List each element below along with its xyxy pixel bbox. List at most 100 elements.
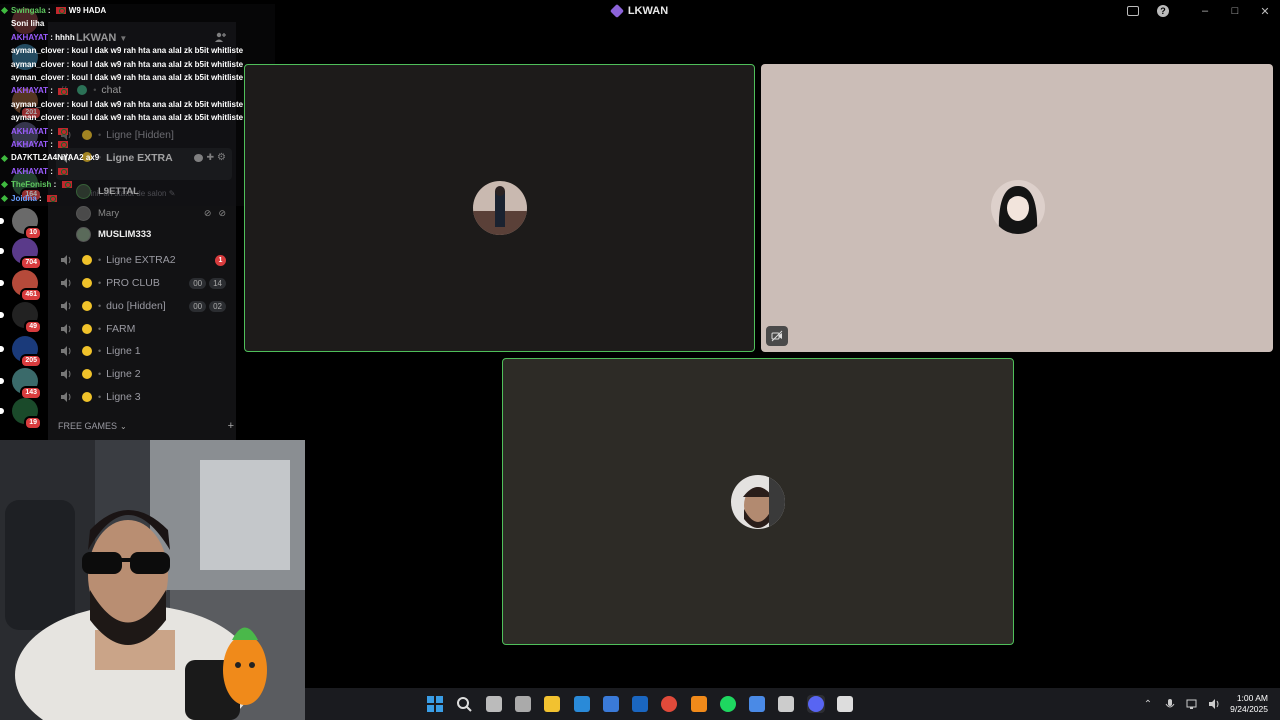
chat-username: ayman_clover xyxy=(11,113,65,123)
voice-channel[interactable]: • duo [Hidden] 00 02 xyxy=(56,296,232,316)
voice-channel[interactable]: • Ligne 1 xyxy=(56,341,232,361)
outlook-icon[interactable] xyxy=(631,695,649,713)
chat-message: AKHAYAT : xyxy=(0,84,275,97)
voice-channel[interactable]: • FARM xyxy=(56,319,232,339)
maximize-button[interactable]: □ xyxy=(1220,0,1250,22)
volume-icon[interactable] xyxy=(1208,698,1220,710)
unread-pip xyxy=(0,312,4,318)
voice-channel[interactable]: • Ligne 3 xyxy=(56,387,232,407)
mention-badge: 49 xyxy=(24,320,42,334)
morocco-flag-icon xyxy=(61,181,72,189)
server-icon[interactable]: 19 xyxy=(0,398,42,430)
system-tray: ⌃ 1:00 AM 9/24/2025 xyxy=(1144,688,1280,720)
channel-name: Ligne 2 xyxy=(106,368,141,380)
app-orange-icon[interactable] xyxy=(690,695,708,713)
badge-icon xyxy=(0,7,9,15)
chrome-icon[interactable] xyxy=(660,695,678,713)
chat-message: TheFonish : xyxy=(0,178,275,191)
add-channel-icon[interactable]: + xyxy=(228,420,234,432)
app-tray-icon[interactable] xyxy=(836,695,854,713)
video-tile-1[interactable] xyxy=(244,64,755,352)
chat-username: TheFonish xyxy=(11,180,52,190)
server-icon[interactable]: 704 xyxy=(0,238,42,270)
channel-name: FARM xyxy=(106,323,136,335)
store-icon[interactable] xyxy=(602,695,620,713)
unread-pip xyxy=(0,378,4,384)
channel-name: Ligne 3 xyxy=(106,391,141,403)
voice-channel[interactable]: • Ligne EXTRA2 1 xyxy=(56,250,232,270)
voice-user-muslim333[interactable]: MUSLIM333 xyxy=(76,224,151,244)
user-limit-pill: 00 xyxy=(189,277,207,289)
windows-start-icon[interactable] xyxy=(426,695,444,713)
voice-user-mary[interactable]: Mary ⊘ ⊘ xyxy=(76,203,226,223)
minimize-icon: – xyxy=(1201,5,1209,17)
camera-off-button[interactable] xyxy=(766,326,788,346)
user-limit-pill: 00 xyxy=(189,300,207,312)
unread-pip xyxy=(0,218,4,224)
server-icon[interactable]: 205 xyxy=(0,336,42,368)
microphone-icon[interactable] xyxy=(1164,698,1176,710)
speaker-icon xyxy=(61,301,71,311)
chat-message: ayman_clover : koul l dak w9 rah hta ana… xyxy=(0,58,275,71)
chat-text: Soni liha xyxy=(11,19,45,29)
server-logo-icon xyxy=(609,3,624,19)
help-button[interactable]: ? xyxy=(1148,0,1178,22)
spotify-icon[interactable] xyxy=(719,695,737,713)
status-emoji-icon xyxy=(82,301,92,311)
screen-share-icon xyxy=(1127,6,1139,16)
chat-message: ayman_clover : koul l dak w9 rah hta ana… xyxy=(0,111,275,124)
chat-message: Joidna : xyxy=(0,192,275,205)
server-icon[interactable]: 49 xyxy=(0,302,42,334)
badge-icon xyxy=(0,181,9,189)
mention-badge: 19 xyxy=(24,416,42,430)
avatar xyxy=(473,181,527,235)
server-icon[interactable]: 461 xyxy=(0,270,42,302)
speaker-icon xyxy=(61,369,71,379)
settings-icon[interactable] xyxy=(514,695,532,713)
network-icon[interactable] xyxy=(1186,698,1198,710)
chat-message: AKHAYAT : xyxy=(0,138,275,151)
file-explorer-icon[interactable] xyxy=(543,695,561,713)
close-button[interactable]: ✕ xyxy=(1250,0,1280,22)
chat-text: koul l dak w9 rah hta ana alal zk b5it w… xyxy=(71,59,244,69)
chat-username: AKHAYAT xyxy=(11,86,49,96)
avatar xyxy=(731,475,785,529)
speaker-icon xyxy=(61,255,71,265)
voice-channel[interactable]: • Ligne 2 xyxy=(56,364,232,384)
search-icon[interactable] xyxy=(455,695,473,713)
screen: LKWAN ? – □ ✕ 201 164 10 704 461 49 205 143 19 L… xyxy=(0,0,1280,720)
app-clock-icon[interactable] xyxy=(777,695,795,713)
minimize-button[interactable]: – xyxy=(1190,0,1220,22)
screen-share-button[interactable] xyxy=(1118,0,1148,22)
voice-channel[interactable]: • PRO CLUB 00 14 xyxy=(56,273,232,293)
chat-username: AKHAYAT xyxy=(11,140,49,150)
server-icon[interactable]: 10 xyxy=(0,208,42,240)
category-free-games[interactable]: FREE GAMES ⌄ + xyxy=(58,420,234,432)
speaker-icon xyxy=(61,392,71,402)
status-emoji-icon xyxy=(82,369,92,379)
discord-icon[interactable] xyxy=(807,695,825,713)
chat-text: koul l dak w9 rah hta ana alal zk b5it w… xyxy=(71,99,244,109)
edge-icon[interactable] xyxy=(573,695,591,713)
chat-text: koul l dak w9 rah hta ana alal zk b5it w… xyxy=(71,73,244,83)
chat-message: Soni liha xyxy=(0,17,275,30)
chat-text: koul l dak w9 rah hta ana alal zk b5it w… xyxy=(71,113,244,123)
chat-message: ayman_clover : koul l dak w9 rah hta ana… xyxy=(0,44,275,57)
speaker-icon xyxy=(61,324,71,334)
video-tile-3[interactable] xyxy=(502,358,1014,645)
webcam-feed xyxy=(0,440,305,720)
status-emoji-icon xyxy=(82,392,92,402)
deafened-icon: ⊘ xyxy=(218,207,226,218)
morocco-flag-icon xyxy=(58,87,69,95)
clock[interactable]: 1:00 AM 9/24/2025 xyxy=(1230,693,1268,715)
app-blue-icon[interactable] xyxy=(748,695,766,713)
chat-username: ayman_clover xyxy=(11,46,65,56)
chat-username: AKHAYAT xyxy=(11,166,49,176)
chat-message: Swingala : W9 HADA xyxy=(0,4,275,17)
chevron-up-icon[interactable]: ⌃ xyxy=(1144,699,1152,710)
video-tile-2[interactable] xyxy=(761,64,1273,352)
channel-name: Ligne 1 xyxy=(106,345,141,357)
server-icon[interactable]: 143 xyxy=(0,368,42,400)
task-view-icon[interactable] xyxy=(485,695,503,713)
chevron-down-icon: ⌄ xyxy=(120,421,127,431)
